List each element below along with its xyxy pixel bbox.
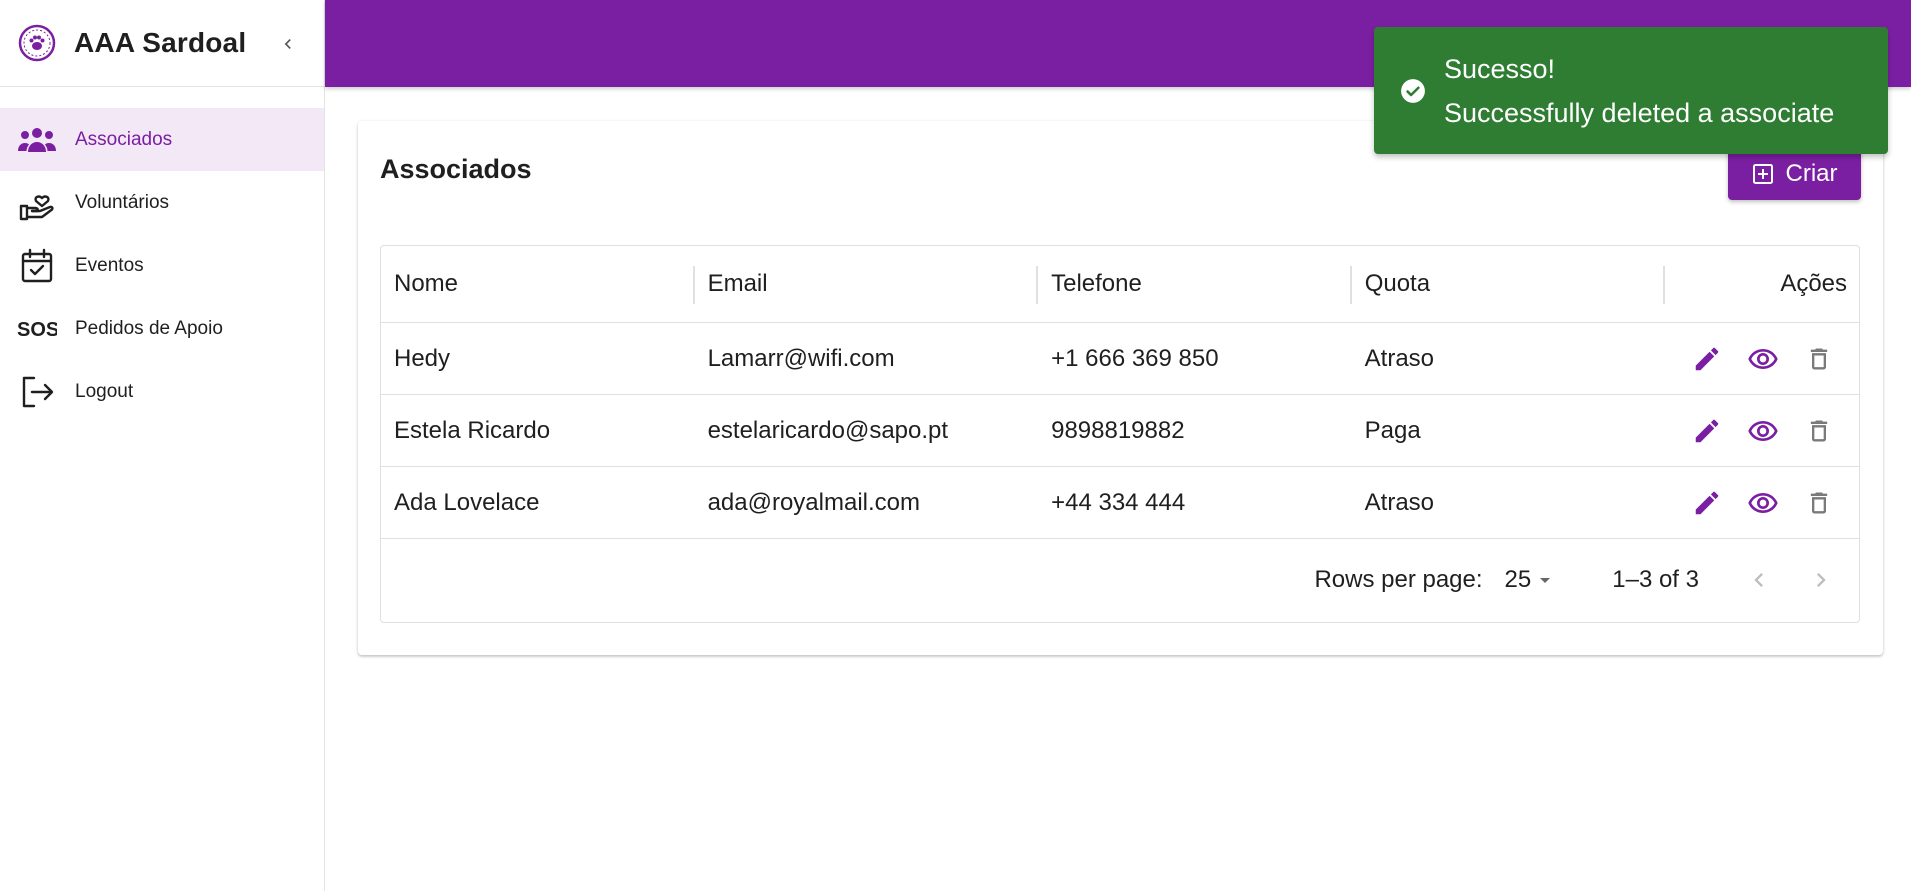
toast-content: Sucesso! Successfully deleted a associat…	[1444, 47, 1834, 135]
column-header-label: Email	[707, 270, 768, 297]
sidebar-item-label: Voluntários	[75, 191, 170, 213]
cell-quota: Atraso	[1364, 488, 1435, 516]
toast-title: Sucesso!	[1444, 53, 1556, 84]
logout-icon	[17, 372, 57, 412]
column-header-quota[interactable]: Quota	[1352, 246, 1666, 322]
cell-nome: Hedy	[394, 344, 451, 372]
sidebar-item-voluntarios[interactable]: Voluntários	[0, 171, 324, 234]
sidebar-item-associados[interactable]: Associados	[0, 108, 324, 171]
rows-per-page-label: Rows per page:	[1314, 566, 1483, 593]
sidebar-item-pedidos-de-apoio[interactable]: SOS Pedidos de Apoio	[0, 297, 324, 360]
column-header-acoes: Ações	[1665, 246, 1859, 322]
cell-telefone: +1 666 369 850	[1051, 344, 1219, 372]
table-row[interactable]: Hedy Lamarr@wifi.com +1 666 369 850 Atra…	[381, 323, 1859, 395]
cell-email: ada@royalmail.com	[707, 488, 920, 516]
column-header-email[interactable]: Email	[695, 246, 1039, 322]
people-group-icon	[17, 120, 57, 160]
chevron-right-icon	[1817, 573, 1826, 587]
column-header-nome[interactable]: Nome	[381, 246, 695, 322]
sidebar-item-eventos[interactable]: Eventos	[0, 234, 324, 297]
success-toast[interactable]: Sucesso! Successfully deleted a associat…	[1374, 27, 1888, 154]
cell-acoes	[1665, 323, 1859, 394]
cell-email: Lamarr@wifi.com	[707, 344, 895, 372]
view-button[interactable]	[1743, 483, 1783, 523]
sidebar-item-logout[interactable]: Logout	[0, 360, 324, 423]
pencil-icon	[1695, 347, 1719, 370]
column-header-label: Telefone	[1051, 270, 1142, 297]
delete-button[interactable]	[1799, 339, 1839, 379]
rows-per-page-select[interactable]: 25	[1505, 566, 1558, 594]
next-page-button[interactable]	[1797, 556, 1845, 604]
collapse-sidebar-button[interactable]	[272, 28, 304, 60]
sidebar-item-label: Pedidos de Apoio	[75, 317, 223, 339]
delete-button[interactable]	[1799, 411, 1839, 451]
calendar-check-icon	[17, 246, 57, 286]
cell-nome: Ada Lovelace	[394, 488, 540, 516]
cell-nome: Estela Ricardo	[394, 416, 551, 444]
create-button[interactable]: Criar	[1728, 148, 1861, 200]
toast-message: Successfully deleted a associate	[1444, 97, 1835, 128]
chevron-left-icon	[1754, 573, 1763, 587]
table-row[interactable]: Ada Lovelace ada@royalmail.com +44 334 4…	[381, 467, 1859, 539]
trash-icon	[1810, 348, 1828, 369]
column-header-telefone[interactable]: Telefone	[1038, 246, 1352, 322]
view-button[interactable]	[1743, 339, 1783, 379]
pagination-range: 1–3 of 3	[1612, 566, 1699, 593]
cell-quota: Atraso	[1364, 344, 1435, 372]
eye-icon	[1748, 420, 1778, 441]
previous-page-button[interactable]	[1735, 556, 1783, 604]
create-button-label: Criar	[1785, 160, 1838, 187]
delete-button[interactable]	[1799, 483, 1839, 523]
trash-icon	[1810, 492, 1828, 513]
sidebar-nav: Associados Voluntários Eventos SOS Pedid…	[0, 108, 324, 423]
pencil-icon	[1695, 419, 1719, 442]
sidebar-header: AAA Sardoal	[0, 0, 324, 87]
add-box-icon	[1752, 164, 1773, 184]
dropdown-arrow-icon	[1540, 578, 1551, 583]
view-button[interactable]	[1743, 411, 1783, 451]
eye-icon	[1748, 348, 1778, 369]
hand-heart-icon	[17, 183, 57, 223]
sidebar-item-label: Logout	[75, 380, 134, 402]
chevron-left-icon	[284, 39, 291, 49]
associates-table: Nome Email Telefone Quota Ações Hedy Lam…	[380, 245, 1860, 623]
rows-per-page-value: 25	[1504, 566, 1532, 593]
cell-acoes	[1665, 467, 1859, 538]
table-pagination: Rows per page: 25 1–3 of 3	[381, 539, 1859, 621]
edit-button[interactable]	[1687, 483, 1727, 523]
sidebar-item-label: Eventos	[75, 254, 144, 276]
sidebar-item-label: Associados	[75, 128, 173, 150]
cell-telefone: 9898819882	[1051, 416, 1185, 444]
column-header-label: Nome	[394, 270, 459, 297]
paw-logo-icon	[18, 24, 56, 62]
associates-card: Associados Criar Nome Email Telefone Quo…	[358, 121, 1883, 655]
svg-text:SOS: SOS	[17, 319, 57, 341]
cell-email: estelaricardo@sapo.pt	[707, 416, 949, 444]
cell-quota: Paga	[1364, 416, 1421, 444]
sos-icon: SOS	[17, 309, 57, 349]
trash-icon	[1810, 420, 1828, 441]
column-header-label: Ações	[1780, 270, 1848, 297]
cell-acoes	[1665, 395, 1859, 466]
app-title: AAA Sardoal	[74, 27, 247, 58]
page-title: Associados	[380, 154, 532, 184]
cell-telefone: +44 334 444	[1051, 488, 1186, 516]
edit-button[interactable]	[1687, 411, 1727, 451]
column-header-label: Quota	[1364, 270, 1431, 297]
table-header: Nome Email Telefone Quota Ações	[381, 246, 1859, 323]
check-circle-icon	[1401, 78, 1425, 103]
sidebar: AAA Sardoal Associados Voluntários Event…	[0, 0, 325, 891]
edit-button[interactable]	[1687, 339, 1727, 379]
table-row[interactable]: Estela Ricardo estelaricardo@sapo.pt 989…	[381, 395, 1859, 467]
eye-icon	[1748, 492, 1778, 513]
pencil-icon	[1695, 491, 1719, 514]
